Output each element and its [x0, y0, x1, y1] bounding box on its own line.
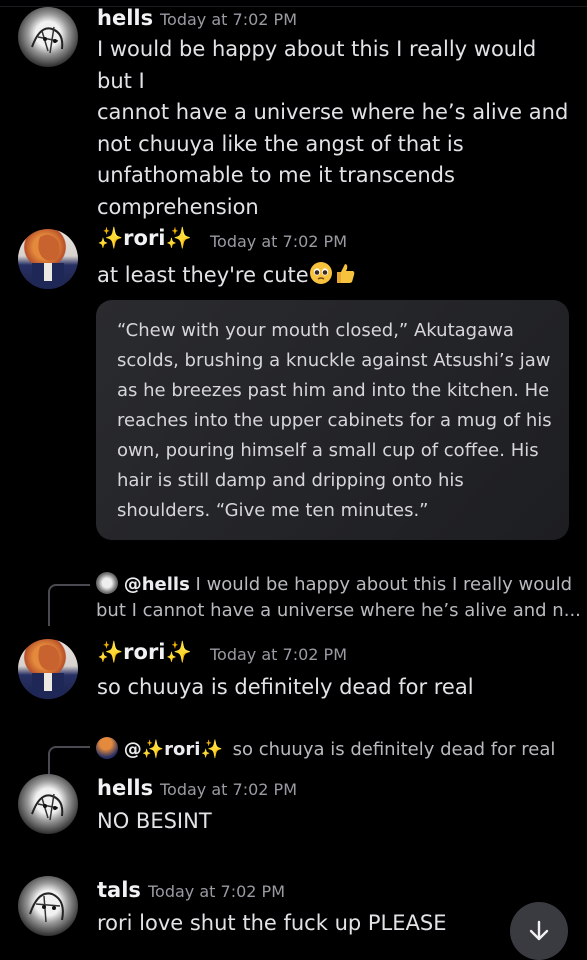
- author-name: rori: [123, 640, 166, 664]
- reply-mention: @hells: [123, 574, 190, 595]
- avatar-tals[interactable]: [18, 876, 78, 936]
- pleading-face-icon: [309, 262, 332, 284]
- avatar-doodle-icon: [29, 892, 64, 923]
- message-author[interactable]: hells: [97, 6, 153, 30]
- mini-avatar-hells: [96, 572, 118, 594]
- message-timestamp: Today at 7:02 PM: [210, 232, 347, 251]
- sparkles-icon: ✨: [200, 739, 223, 760]
- reply-snippet: I would be happy about this I really wou…: [195, 574, 573, 595]
- sparkles-icon: ✨: [165, 640, 192, 664]
- quote-text: “Chew with your mouth closed,” Akutagawa…: [117, 316, 557, 526]
- quote-line: shoulders. “Give me ten minutes.”: [117, 500, 429, 521]
- message-content: so chuuya is definitely dead for real: [97, 675, 474, 699]
- quote-line: as he breezes past him and into the kitc…: [117, 380, 550, 401]
- message-text: at least they're cute: [97, 263, 309, 287]
- reply-preview[interactable]: @✨rori✨ so chuuya is definitely dead for…: [96, 737, 555, 760]
- avatar-hells[interactable]: [18, 774, 78, 834]
- quote-line: scolds, brushing a knuckle against Atsus…: [117, 350, 551, 371]
- quote-line: hair is still damp and dripping onto his: [117, 470, 464, 491]
- message-author-with-sparkles[interactable]: ✨rori✨: [97, 640, 192, 665]
- avatar-character-icon: [32, 234, 64, 289]
- message-author[interactable]: tals: [97, 878, 141, 902]
- mini-avatar-rori: [96, 737, 118, 759]
- author-name: rori: [123, 226, 166, 250]
- reply-mention: @: [123, 739, 142, 760]
- message-timestamp: Today at 7:02 PM: [160, 10, 297, 29]
- message-content: at least they're cute: [97, 260, 357, 292]
- sparkles-icon: ✨: [97, 226, 124, 250]
- quote-line: own, pouring himself a small cup of coff…: [117, 440, 539, 461]
- message-line: not chuuya like the angst of that is: [97, 131, 464, 156]
- thumbs-up-icon: [336, 264, 355, 283]
- message-author-with-sparkles[interactable]: ✨rori✨: [97, 226, 192, 251]
- avatar-hells[interactable]: [18, 7, 78, 67]
- sparkles-icon: ✨: [141, 739, 165, 760]
- top-divider: [0, 0, 587, 7]
- reply-snippet: so chuuya is definitely dead for real: [232, 739, 556, 760]
- message-line: comprehension: [97, 194, 259, 219]
- avatar-rori[interactable]: [18, 639, 78, 699]
- quoted-image-text[interactable]: “Chew with your mouth closed,” Akutagawa…: [96, 300, 569, 540]
- avatar-doodle-icon: [31, 793, 64, 821]
- arrow-down-icon: [529, 920, 549, 941]
- avatar-rori[interactable]: [18, 229, 78, 289]
- message-line: cannot have a universe where he’s alive …: [97, 100, 569, 125]
- quote-line: reaches into the upper cabinets for a mu…: [117, 410, 552, 431]
- message-content: I would be happy about this I really wou…: [97, 34, 577, 224]
- message-content: NO BESINT: [97, 809, 212, 833]
- reply-preview[interactable]: @hells I would be happy about this I rea…: [96, 572, 572, 595]
- reply-mention-name: rori: [164, 739, 201, 760]
- avatar-character-icon: [32, 644, 64, 699]
- jump-to-bottom-button[interactable]: [510, 902, 568, 960]
- avatar-doodle-icon: [31, 26, 64, 54]
- message-content: rori love shut the fuck up PLEASE: [97, 911, 447, 935]
- message-author[interactable]: hells: [97, 776, 153, 800]
- message-timestamp: Today at 7:02 PM: [148, 882, 285, 901]
- sparkles-icon: ✨: [165, 226, 192, 250]
- reply-snippet-line[interactable]: but I cannot have a universe where he’s …: [96, 600, 581, 621]
- message-timestamp: Today at 7:02 PM: [210, 645, 347, 664]
- message-line: unfathomable to me it transcends: [97, 163, 455, 188]
- quote-line: “Chew with your mouth closed,” Akutagawa: [117, 320, 514, 341]
- message-line: I would be happy about this I really wou…: [97, 37, 537, 93]
- sparkles-icon: ✨: [97, 640, 124, 664]
- reply-connector: [48, 584, 90, 626]
- message-timestamp: Today at 7:02 PM: [160, 780, 297, 799]
